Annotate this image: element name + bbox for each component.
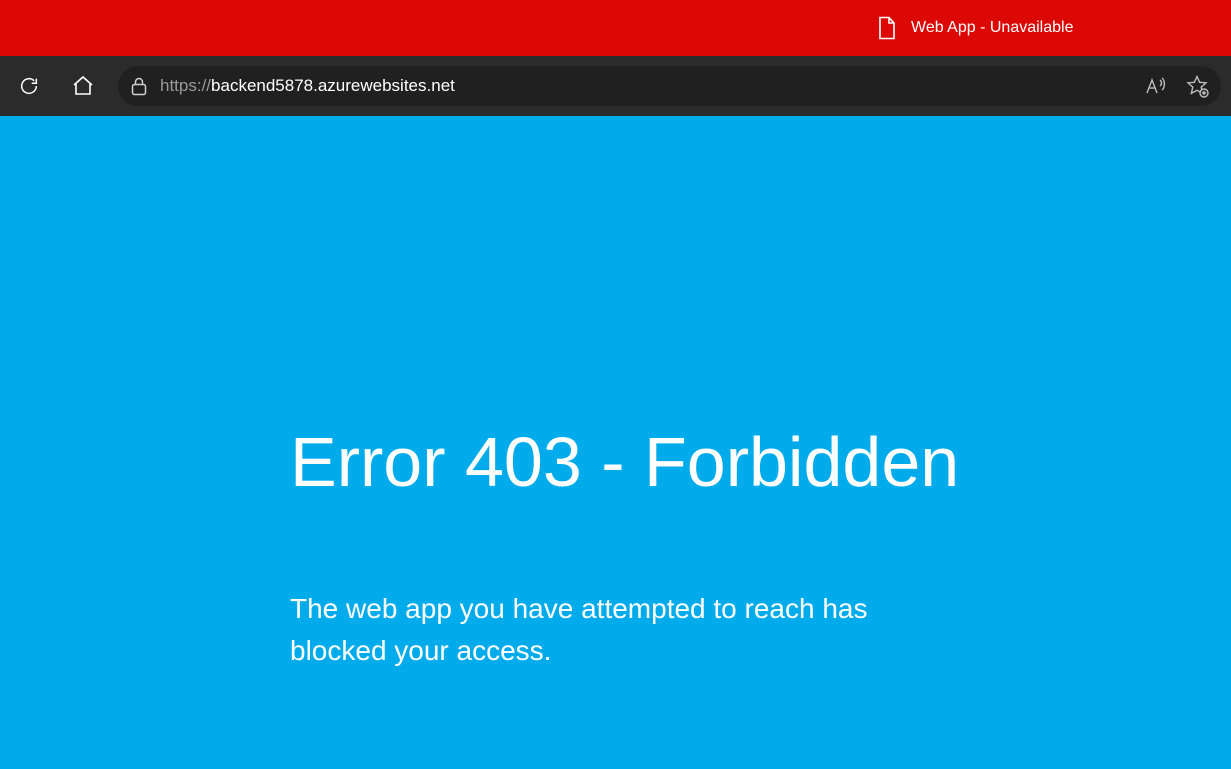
read-aloud-icon[interactable]: [1143, 75, 1167, 97]
reload-button[interactable]: [10, 67, 48, 105]
home-button[interactable]: [64, 67, 102, 105]
favorite-icon[interactable]: [1185, 74, 1209, 98]
page-icon: [877, 16, 897, 40]
address-bar[interactable]: https://backend5878.azurewebsites.net: [118, 66, 1221, 106]
page-content: Error 403 - Forbidden The web app you ha…: [0, 116, 1231, 769]
url-text: https://backend5878.azurewebsites.net: [160, 76, 455, 96]
browser-tab[interactable]: Web App - Unavailable: [853, 0, 1097, 56]
url-scheme: https://: [160, 76, 211, 95]
error-message: The web app you have attempted to reach …: [290, 588, 970, 672]
url-host: backend5878.azurewebsites.net: [211, 76, 455, 95]
browser-toolbar: https://backend5878.azurewebsites.net: [0, 56, 1231, 116]
error-heading: Error 403 - Forbidden: [290, 426, 1170, 500]
lock-icon: [130, 76, 148, 96]
tab-title: Web App - Unavailable: [911, 19, 1073, 37]
browser-tab-strip: Web App - Unavailable: [0, 0, 1231, 56]
